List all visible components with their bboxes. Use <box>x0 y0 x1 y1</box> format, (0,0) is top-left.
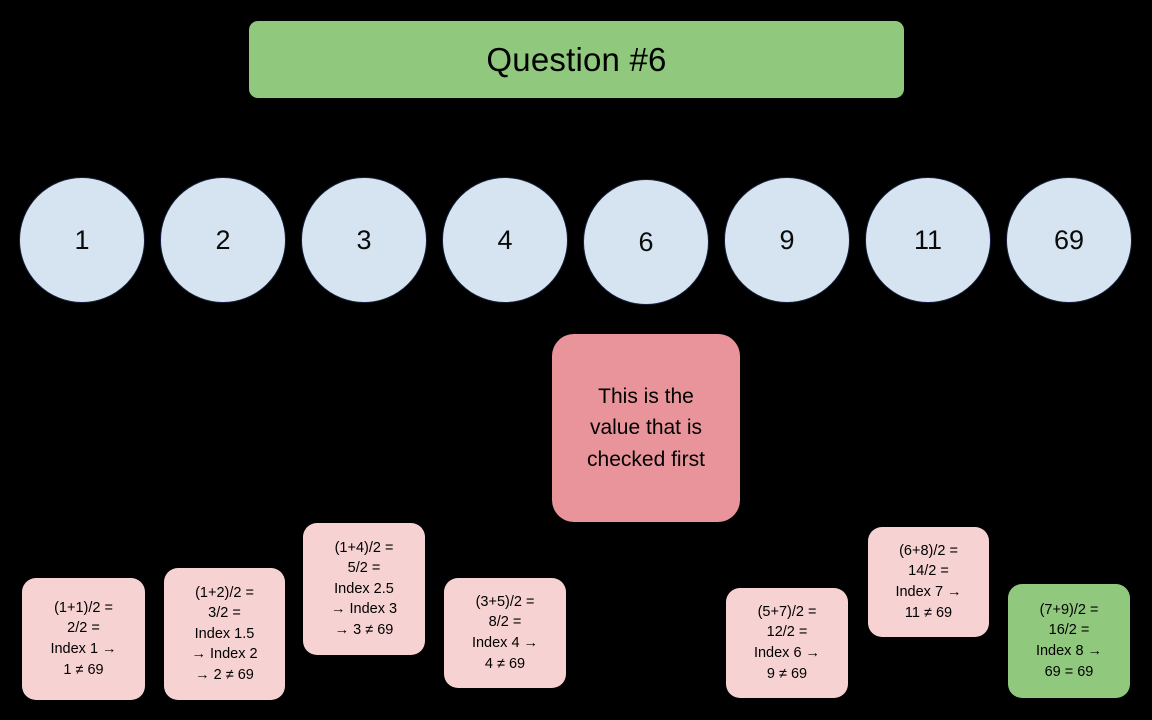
array-node-value: 4 <box>497 224 513 255</box>
array-node-value: 9 <box>779 224 795 255</box>
step-box-3: (1+4)/2 = 5/2 = Index 2.5 → Index 3 → 3 … <box>303 523 425 655</box>
first-checked-callout: This is the value that is checked first <box>552 334 740 522</box>
array-node-2: 3 <box>301 177 427 303</box>
array-node-3: 4 <box>442 177 568 303</box>
array-node-0: 1 <box>19 177 145 303</box>
page-title: Question #6 <box>486 41 667 78</box>
step-box-6: (6+8)/2 = 14/2 = Index 7 → 11 ≠ 69 <box>868 527 989 637</box>
step-text: (1+2)/2 = 3/2 = Index 1.5 → Index 2 → 2 … <box>191 584 258 683</box>
array-node-value: 2 <box>215 224 231 255</box>
slide-canvas: Question #6 1 2 3 4 6 9 11 69 This is th… <box>0 0 1152 720</box>
step-box-7-match: (7+9)/2 = 16/2 = Index 8 → 69 = 69 <box>1008 584 1130 698</box>
step-box-4: (3+5)/2 = 8/2 = Index 4 → 4 ≠ 69 <box>444 578 566 688</box>
step-text: (1+4)/2 = 5/2 = Index 2.5 → Index 3 → 3 … <box>330 539 398 638</box>
array-circle-row: 1 2 3 4 6 9 11 69 <box>0 177 1152 305</box>
step-box-5: (5+7)/2 = 12/2 = Index 6 → 9 ≠ 69 <box>726 588 848 698</box>
array-node-value: 11 <box>913 224 943 255</box>
step-box-1: (1+1)/2 = 2/2 = Index 1 → 1 ≠ 69 <box>22 578 145 700</box>
callout-text: This is the value that is checked first <box>587 384 705 471</box>
array-node-1: 2 <box>160 177 286 303</box>
step-text: (3+5)/2 = 8/2 = Index 4 → 4 ≠ 69 <box>471 593 539 672</box>
step-box-2: (1+2)/2 = 3/2 = Index 1.5 → Index 2 → 2 … <box>164 568 285 700</box>
step-text: (1+1)/2 = 2/2 = Index 1 → 1 ≠ 69 <box>50 599 117 678</box>
array-node-value: 3 <box>356 224 372 255</box>
step-text: (6+8)/2 = 14/2 = Index 7 → 11 ≠ 69 <box>895 542 962 621</box>
step-text: (5+7)/2 = 12/2 = Index 6 → 9 ≠ 69 <box>753 603 821 682</box>
array-node-value: 1 <box>74 224 90 255</box>
array-node-value: 6 <box>638 226 654 257</box>
array-node-5: 9 <box>724 177 850 303</box>
array-node-4: 6 <box>583 179 709 305</box>
array-node-value: 69 <box>1053 224 1085 255</box>
step-text: (7+9)/2 = 16/2 = Index 8 → 69 = 69 <box>1035 601 1103 680</box>
array-node-6: 11 <box>865 177 991 303</box>
question-title-banner: Question #6 <box>249 21 904 98</box>
array-node-7: 69 <box>1006 177 1132 303</box>
